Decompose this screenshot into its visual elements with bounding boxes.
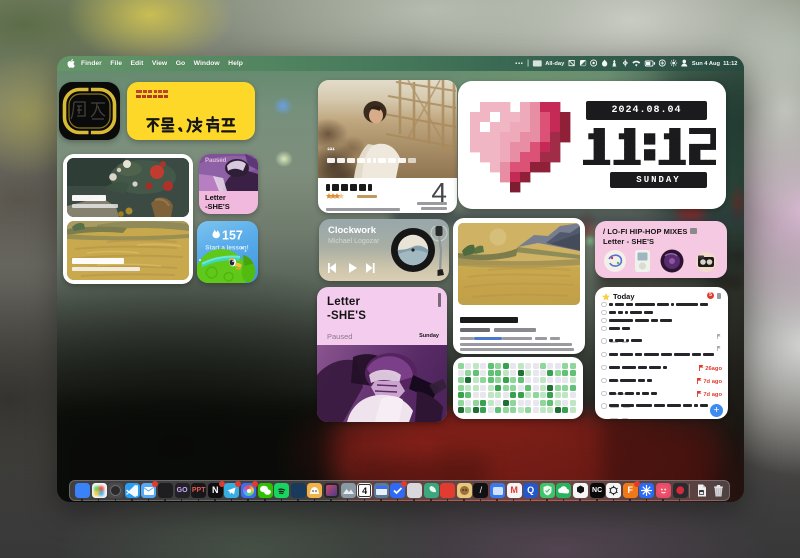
svg-text:157: 157 bbox=[222, 229, 243, 243]
